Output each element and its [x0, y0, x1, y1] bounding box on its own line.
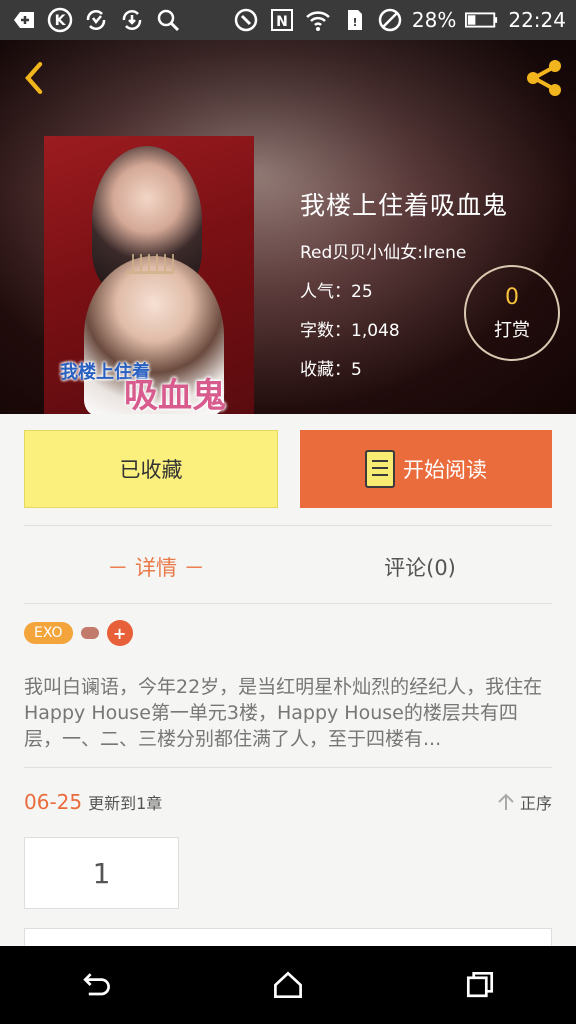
wifi-icon — [304, 6, 332, 34]
nav-back-button[interactable] — [66, 955, 126, 1015]
nfc-signal-icon — [232, 6, 260, 34]
nav-recents-button[interactable] — [450, 955, 510, 1015]
tag-list: EXO + — [24, 620, 133, 646]
book-icon — [365, 450, 395, 488]
download-sync-icon — [118, 6, 146, 34]
back-button[interactable] — [14, 56, 54, 100]
book-header: 我楼上住着 吸血鬼 我楼上住着吸血鬼 Red贝贝小仙女:Irene 人气：25 … — [0, 40, 576, 414]
battery-icon — [464, 6, 500, 34]
divider — [24, 603, 552, 604]
collected-button[interactable]: 已收藏 — [24, 430, 278, 508]
start-reading-button[interactable]: 开始阅读 — [300, 430, 552, 508]
book-cover[interactable]: 我楼上住着 吸血鬼 — [44, 136, 254, 414]
share-icon — [527, 60, 561, 96]
cover-crown — [126, 254, 174, 274]
svg-text:!: ! — [352, 16, 357, 29]
svg-text:K: K — [55, 13, 67, 29]
reward-count: 0 — [505, 284, 519, 310]
tag-exo[interactable]: EXO — [24, 622, 73, 644]
chapter-button[interactable]: 1 — [24, 837, 179, 909]
sim-icon: ! — [340, 6, 368, 34]
share-button[interactable] — [520, 54, 568, 102]
nfc-icon: N — [268, 6, 296, 34]
divider — [24, 525, 552, 526]
tab-details[interactable]: － 详情 － — [24, 540, 288, 594]
update-info: 06-25 更新到1章 正序 — [24, 786, 552, 818]
search-icon — [154, 6, 182, 34]
arrow-up-icon — [498, 793, 514, 810]
battery-percent: 28% — [411, 8, 457, 32]
tag-color-dot[interactable] — [80, 627, 99, 639]
no-disturb-icon — [376, 6, 404, 34]
reward-button[interactable]: 0 打赏 — [464, 265, 560, 361]
clock: 22:24 — [508, 8, 566, 32]
svg-text:N: N — [276, 14, 288, 30]
recents-icon — [466, 971, 494, 998]
add-tag-button[interactable]: + — [106, 620, 133, 646]
back-arrow-icon — [83, 973, 110, 996]
book-title: 我楼上住着吸血鬼 — [300, 191, 509, 220]
update-date: 06-25 — [24, 790, 83, 814]
book-author[interactable]: Red贝贝小仙女:Irene — [300, 238, 508, 263]
reward-label: 打赏 — [494, 319, 530, 341]
sort-label: 正序 — [519, 794, 552, 813]
sync-icon — [82, 6, 110, 34]
home-icon — [274, 971, 302, 999]
status-bar: K N ! 28% 22:24 — [0, 0, 576, 40]
tab-comments[interactable]: 评论(0) — [288, 540, 552, 594]
start-reading-label: 开始阅读 — [403, 458, 487, 482]
nav-home-button[interactable] — [258, 955, 318, 1015]
chevron-left-icon — [25, 61, 43, 95]
update-text: 更新到1章 — [88, 794, 163, 813]
cover-title-big: 吸血鬼 — [124, 376, 226, 414]
divider — [24, 767, 552, 768]
k-app-icon: K — [46, 6, 74, 34]
book-summary[interactable]: 我叫白谰语，今年22岁，是当红明星朴灿烈的经纪人，我住在Happy House第… — [24, 674, 554, 752]
favorites-stat: 收藏：5 — [300, 360, 362, 380]
add-notification-icon — [10, 6, 38, 34]
system-nav-bar — [0, 946, 576, 1024]
sort-toggle[interactable]: 正序 — [496, 790, 552, 814]
